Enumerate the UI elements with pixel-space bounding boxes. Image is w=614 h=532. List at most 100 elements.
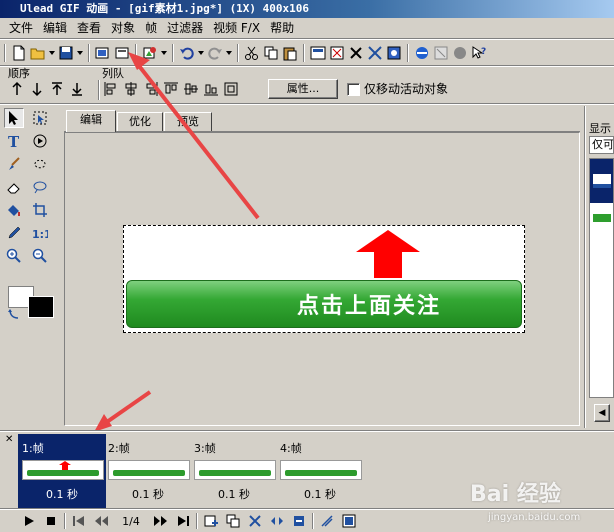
pick-tool-icon[interactable]: [4, 108, 24, 128]
paste-icon[interactable]: [281, 44, 299, 62]
display-mode-field[interactable]: 仅可: [589, 136, 614, 154]
expand-icon[interactable]: [366, 44, 384, 62]
frame-3-duration[interactable]: 0.1 秒: [192, 486, 276, 502]
align-center-icon[interactable]: [122, 80, 140, 98]
scroll-left-button[interactable]: ◀: [594, 404, 610, 422]
frame-2-thumbnail[interactable]: [108, 460, 190, 480]
align-left-icon[interactable]: [102, 80, 120, 98]
delete-frame-icon[interactable]: [246, 512, 264, 530]
background-color-swatch[interactable]: [28, 296, 54, 318]
menu-help[interactable]: 帮助: [265, 18, 299, 38]
help-pointer-icon[interactable]: ?: [470, 44, 488, 62]
optimize-icon[interactable]: [385, 44, 403, 62]
lasso-tool-icon[interactable]: [30, 154, 50, 174]
frame-properties-icon[interactable]: [340, 512, 358, 530]
crop-tool-icon[interactable]: [30, 200, 50, 220]
frame-1-duration[interactable]: 0.1 秒: [20, 486, 104, 502]
text-tool-icon[interactable]: T: [4, 131, 24, 151]
move-active-only-checkbox[interactable]: [347, 83, 360, 96]
zoom-in-icon[interactable]: [4, 246, 24, 266]
menu-file[interactable]: 文件: [4, 18, 38, 38]
tools-icon[interactable]: [347, 44, 365, 62]
browser-preview-icon[interactable]: [413, 44, 431, 62]
frame-properties-icon[interactable]: [309, 44, 327, 62]
tween-icon[interactable]: [268, 512, 286, 530]
frame-4-duration[interactable]: 0.1 秒: [278, 486, 362, 502]
transform-tool-icon[interactable]: [30, 131, 50, 151]
last-frame-icon[interactable]: [174, 512, 192, 530]
frame-tool-icon[interactable]: [318, 512, 336, 530]
cut-icon[interactable]: [243, 44, 261, 62]
duplicate-frame-icon[interactable]: [224, 512, 242, 530]
effects-dropdown-icon[interactable]: [160, 44, 168, 62]
next-frame-icon[interactable]: [152, 512, 170, 530]
canvas-area[interactable]: 点击上面关注: [64, 132, 580, 426]
banner-text: 点击上面关注: [296, 294, 441, 319]
send-to-back-icon[interactable]: [68, 80, 86, 98]
frame-2-label: 2:帧: [108, 442, 130, 455]
actual-size-icon[interactable]: 1:1: [30, 223, 50, 243]
new-file-icon[interactable]: [10, 44, 28, 62]
undo-dropdown-icon[interactable]: [197, 44, 205, 62]
first-frame-icon[interactable]: [70, 512, 88, 530]
play-icon[interactable]: [20, 512, 38, 530]
frame-4-thumbnail[interactable]: [280, 460, 362, 480]
add-image-icon[interactable]: [94, 44, 112, 62]
brush-tool-icon[interactable]: [4, 154, 24, 174]
tab-preview[interactable]: 预览: [164, 112, 212, 132]
reverse-frames-icon[interactable]: [290, 512, 308, 530]
menu-frame[interactable]: 帧: [140, 18, 162, 38]
align-buttons: [102, 80, 240, 98]
frame-1-thumbnail[interactable]: [22, 460, 104, 480]
object-manager-list[interactable]: [589, 158, 614, 398]
add-frame-icon[interactable]: [202, 512, 220, 530]
frame-panel-close-icon[interactable]: ✕: [5, 434, 13, 445]
toolbar2-divider: [0, 103, 614, 105]
menu-edit[interactable]: 编辑: [38, 18, 72, 38]
menu-object[interactable]: 对象: [106, 18, 140, 38]
crop-icon[interactable]: [328, 44, 346, 62]
redo-icon[interactable]: [206, 44, 224, 62]
previous-frame-icon[interactable]: [92, 512, 110, 530]
align-bottom-icon[interactable]: [202, 80, 220, 98]
stop-icon[interactable]: [42, 512, 60, 530]
add-blank-frame-icon[interactable]: [113, 44, 131, 62]
playback-separator: [196, 513, 198, 529]
menu-filter[interactable]: 过滤器: [162, 18, 208, 38]
redo-dropdown-icon[interactable]: [225, 44, 233, 62]
send-backward-icon[interactable]: [28, 80, 46, 98]
playback-divider: [0, 508, 614, 510]
open-folder-icon[interactable]: [29, 44, 47, 62]
distribute-icon[interactable]: [222, 80, 240, 98]
object-item-selected[interactable]: [590, 159, 613, 203]
export-icon[interactable]: [432, 44, 450, 62]
effects-icon[interactable]: [141, 44, 159, 62]
tab-edit[interactable]: 编辑: [66, 110, 116, 132]
tab-optimize[interactable]: 优化: [117, 112, 163, 132]
frame-3-thumbnail[interactable]: [194, 460, 276, 480]
web-icon[interactable]: [451, 44, 469, 62]
align-right-icon[interactable]: [142, 80, 160, 98]
menu-video-fx[interactable]: 视频 F/X: [208, 18, 265, 38]
frame-2-duration[interactable]: 0.1 秒: [106, 486, 190, 502]
swap-colors-icon[interactable]: [8, 308, 20, 320]
properties-button[interactable]: 属性...: [268, 79, 338, 99]
object-item[interactable]: [590, 203, 613, 233]
eraser-tool-icon[interactable]: [4, 177, 24, 197]
ellipse-tool-icon[interactable]: [30, 177, 50, 197]
image-canvas[interactable]: 点击上面关注: [123, 225, 525, 333]
undo-icon[interactable]: [178, 44, 196, 62]
save-dropdown-icon[interactable]: [76, 44, 84, 62]
open-dropdown-icon[interactable]: [48, 44, 56, 62]
menu-view[interactable]: 查看: [72, 18, 106, 38]
align-top-icon[interactable]: [162, 80, 180, 98]
eyedropper-tool-icon[interactable]: [4, 223, 24, 243]
bring-to-front-icon[interactable]: [48, 80, 66, 98]
bring-forward-icon[interactable]: [8, 80, 26, 98]
copy-icon[interactable]: [262, 44, 280, 62]
save-icon[interactable]: [57, 44, 75, 62]
zoom-out-icon[interactable]: [30, 246, 50, 266]
fill-tool-icon[interactable]: [4, 200, 24, 220]
align-middle-icon[interactable]: [182, 80, 200, 98]
marquee-tool-icon[interactable]: [30, 108, 50, 128]
